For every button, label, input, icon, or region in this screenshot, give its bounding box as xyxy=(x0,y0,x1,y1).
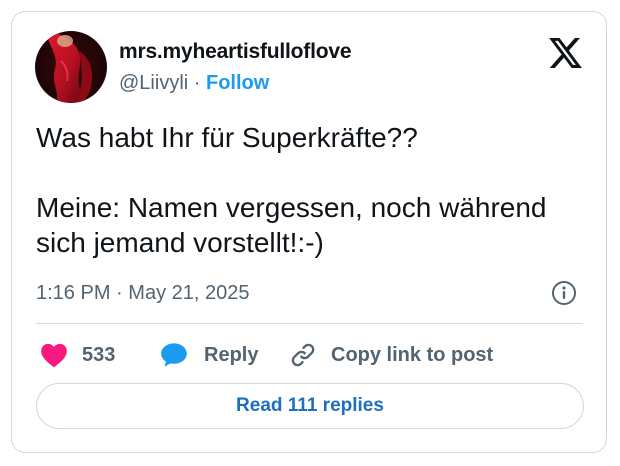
copy-link-label: Copy link to post xyxy=(331,343,494,366)
x-logo-icon[interactable] xyxy=(549,38,582,68)
reply-button[interactable]: Reply xyxy=(160,340,258,370)
author-display-name[interactable]: mrs.myheartisfulloflove xyxy=(119,40,352,64)
tweet-time: 1:16 PM xyxy=(36,282,111,304)
tweet-text-line: Meine: Namen vergessen, noch während sic… xyxy=(36,192,547,258)
tweet-text: Was habt Ihr für Superkräfte?? Meine: Na… xyxy=(36,120,596,260)
tweet-timestamp[interactable]: 1:16 PM · May 21, 2025 xyxy=(36,282,249,305)
heart-icon xyxy=(40,342,68,368)
timestamp-separator: · xyxy=(116,282,123,304)
link-icon xyxy=(289,341,317,369)
like-button[interactable]: 533 xyxy=(40,340,115,370)
author-handle[interactable]: @Liivyli xyxy=(119,72,188,94)
avatar-image xyxy=(35,31,107,103)
author-handle-row: @Liivyli · Follow xyxy=(119,72,269,95)
tweet-text-line: Was habt Ihr für Superkräfte?? xyxy=(36,122,418,153)
like-count: 533 xyxy=(82,343,116,366)
tweet-date: May 21, 2025 xyxy=(128,282,250,304)
tweet-card: mrs.myheartisfulloflove @Liivyli · Follo… xyxy=(11,11,607,453)
read-replies-button[interactable]: Read 111 replies xyxy=(36,383,584,429)
info-icon[interactable] xyxy=(551,280,577,306)
handle-separator: · xyxy=(193,72,201,94)
reply-label: Reply xyxy=(204,343,259,366)
speech-bubble-icon xyxy=(160,342,188,368)
copy-link-button[interactable]: Copy link to post xyxy=(289,340,493,370)
divider xyxy=(36,323,582,324)
avatar[interactable] xyxy=(35,31,107,103)
follow-button[interactable]: Follow xyxy=(206,72,269,94)
